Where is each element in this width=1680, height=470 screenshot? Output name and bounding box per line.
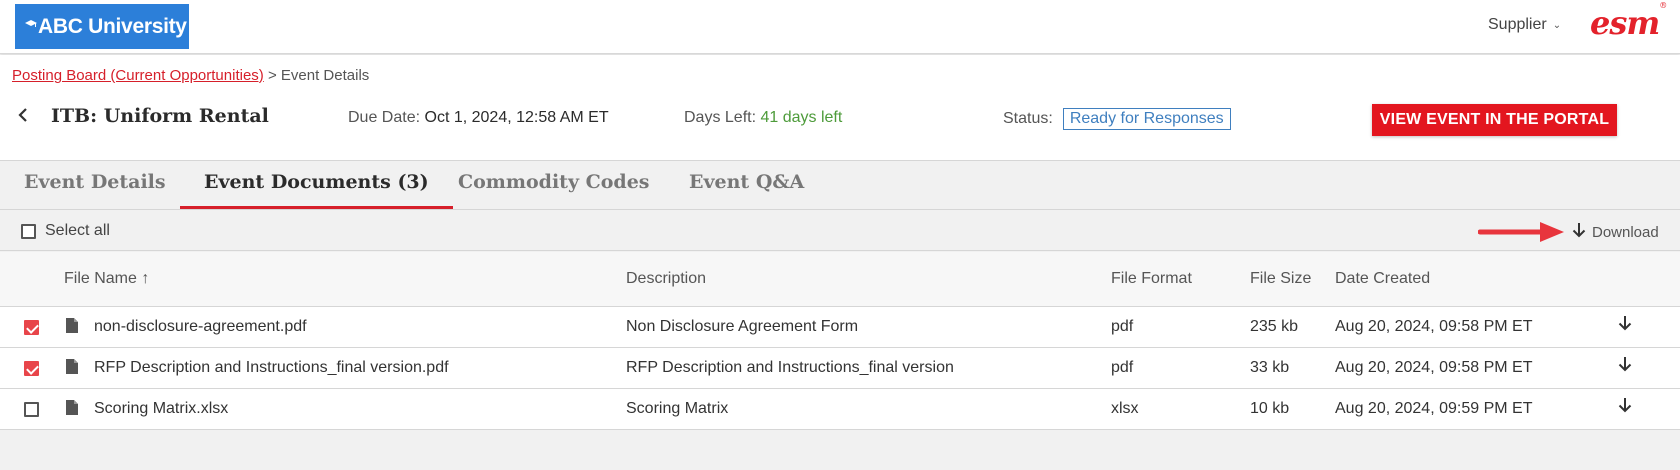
file-description: Non Disclosure Agreement Form bbox=[626, 318, 859, 335]
documents-toolbar: Select all Download bbox=[0, 211, 1680, 251]
supplier-menu[interactable]: Supplier ⌄ bbox=[1488, 16, 1561, 34]
column-header-description[interactable]: Description bbox=[626, 270, 706, 288]
file-name[interactable]: RFP Description and Instructions_final v… bbox=[94, 359, 449, 377]
select-all[interactable]: Select all bbox=[21, 222, 110, 240]
row-download-icon[interactable] bbox=[1618, 356, 1632, 377]
tab-event-details[interactable]: Event Details bbox=[24, 171, 166, 209]
registered-mark: ® bbox=[1659, 1, 1667, 11]
esm-logo-text: esm bbox=[1590, 4, 1660, 42]
tab-commodity-codes[interactable]: Commodity Codes bbox=[458, 171, 649, 209]
table-header: File Name ↑ Description File Format File… bbox=[0, 252, 1680, 307]
documents-table: File Name ↑ Description File Format File… bbox=[0, 252, 1680, 430]
file-name[interactable]: Scoring Matrix.xlsx bbox=[94, 400, 228, 418]
file-description: RFP Description and Instructions_final v… bbox=[626, 359, 954, 376]
sort-ascending-icon: ↑ bbox=[141, 270, 150, 287]
file-icon bbox=[66, 318, 78, 333]
download-label: Download bbox=[1592, 224, 1659, 241]
logo-text: ABC University bbox=[38, 14, 187, 38]
graduation-cap-icon bbox=[25, 13, 37, 37]
due-date: Due Date: Oct 1, 2024, 12:58 AM ET bbox=[348, 109, 609, 127]
row-checkbox[interactable] bbox=[24, 402, 39, 417]
event-status: Status: Ready for Responses bbox=[1003, 108, 1231, 130]
file-size: 235 kb bbox=[1250, 318, 1299, 335]
top-bar: ABC University Supplier ⌄ esm® bbox=[0, 0, 1680, 54]
breadcrumb-current: Event Details bbox=[280, 67, 370, 84]
due-date-value: Oct 1, 2024, 12:58 AM ET bbox=[424, 109, 609, 126]
breadcrumb-link-posting-board[interactable]: Posting Board (Current Opportunities) bbox=[12, 67, 264, 84]
file-format: pdf bbox=[1111, 359, 1134, 376]
view-event-in-portal-button[interactable]: VIEW EVENT IN THE PORTAL bbox=[1372, 104, 1617, 136]
file-name[interactable]: non-disclosure-agreement.pdf bbox=[94, 318, 307, 336]
download-arrow-icon bbox=[1572, 222, 1586, 243]
tab-event-qa[interactable]: Event Q&A bbox=[689, 171, 804, 209]
chevron-down-icon: ⌄ bbox=[1552, 19, 1562, 31]
due-date-label: Due Date: bbox=[348, 109, 421, 126]
select-all-label: Select all bbox=[45, 222, 110, 239]
status-label: Status: bbox=[1003, 110, 1053, 127]
file-size: 33 kb bbox=[1250, 359, 1290, 376]
file-description: Scoring Matrix bbox=[626, 400, 729, 417]
breadcrumb: Posting Board (Current Opportunities) > … bbox=[12, 67, 369, 84]
days-left-value: 41 days left bbox=[760, 109, 843, 126]
column-header-file-size[interactable]: File Size bbox=[1250, 270, 1311, 288]
event-header: Posting Board (Current Opportunities) > … bbox=[0, 55, 1680, 161]
status-badge: Ready for Responses bbox=[1062, 108, 1231, 130]
event-title: ITB: Uniform Rental bbox=[51, 105, 269, 127]
date-created: Aug 20, 2024, 09:59 PM ET bbox=[1335, 400, 1533, 417]
tab-event-documents[interactable]: Event Documents (3) bbox=[180, 171, 453, 209]
row-checkbox[interactable] bbox=[24, 361, 39, 376]
file-icon bbox=[66, 400, 78, 415]
table-row[interactable]: RFP Description and Instructions_final v… bbox=[0, 348, 1680, 389]
supplier-menu-label: Supplier bbox=[1488, 16, 1547, 33]
file-format: xlsx bbox=[1111, 400, 1139, 417]
tab-bar: Event Details Event Documents (3) Commod… bbox=[0, 162, 1680, 210]
days-left: Days Left: 41 days left bbox=[684, 109, 842, 127]
annotation-arrow-icon bbox=[1477, 222, 1564, 247]
date-created: Aug 20, 2024, 09:58 PM ET bbox=[1335, 359, 1533, 376]
breadcrumb-separator: > bbox=[267, 67, 277, 84]
table-row[interactable]: Scoring Matrix.xlsx Scoring Matrix xlsx … bbox=[0, 389, 1680, 430]
file-format: pdf bbox=[1111, 318, 1134, 335]
file-size: 10 kb bbox=[1250, 400, 1290, 417]
column-header-file-name[interactable]: File Name ↑ bbox=[64, 270, 149, 288]
select-all-checkbox[interactable] bbox=[21, 223, 36, 239]
file-icon bbox=[66, 359, 78, 374]
days-left-label: Days Left: bbox=[684, 109, 757, 126]
column-header-file-format[interactable]: File Format bbox=[1111, 270, 1192, 288]
column-file-name-label: File Name bbox=[64, 270, 137, 287]
download-button[interactable]: Download bbox=[1572, 222, 1659, 243]
esm-logo: esm® bbox=[1590, 1, 1667, 42]
row-download-icon[interactable] bbox=[1618, 315, 1632, 336]
column-header-date-created[interactable]: Date Created bbox=[1335, 270, 1430, 288]
row-checkbox[interactable] bbox=[24, 320, 39, 335]
university-logo[interactable]: ABC University bbox=[15, 4, 189, 49]
back-chevron-icon[interactable] bbox=[18, 105, 28, 128]
table-row[interactable]: non-disclosure-agreement.pdf Non Disclos… bbox=[0, 307, 1680, 348]
date-created: Aug 20, 2024, 09:58 PM ET bbox=[1335, 318, 1533, 335]
row-download-icon[interactable] bbox=[1618, 397, 1632, 418]
